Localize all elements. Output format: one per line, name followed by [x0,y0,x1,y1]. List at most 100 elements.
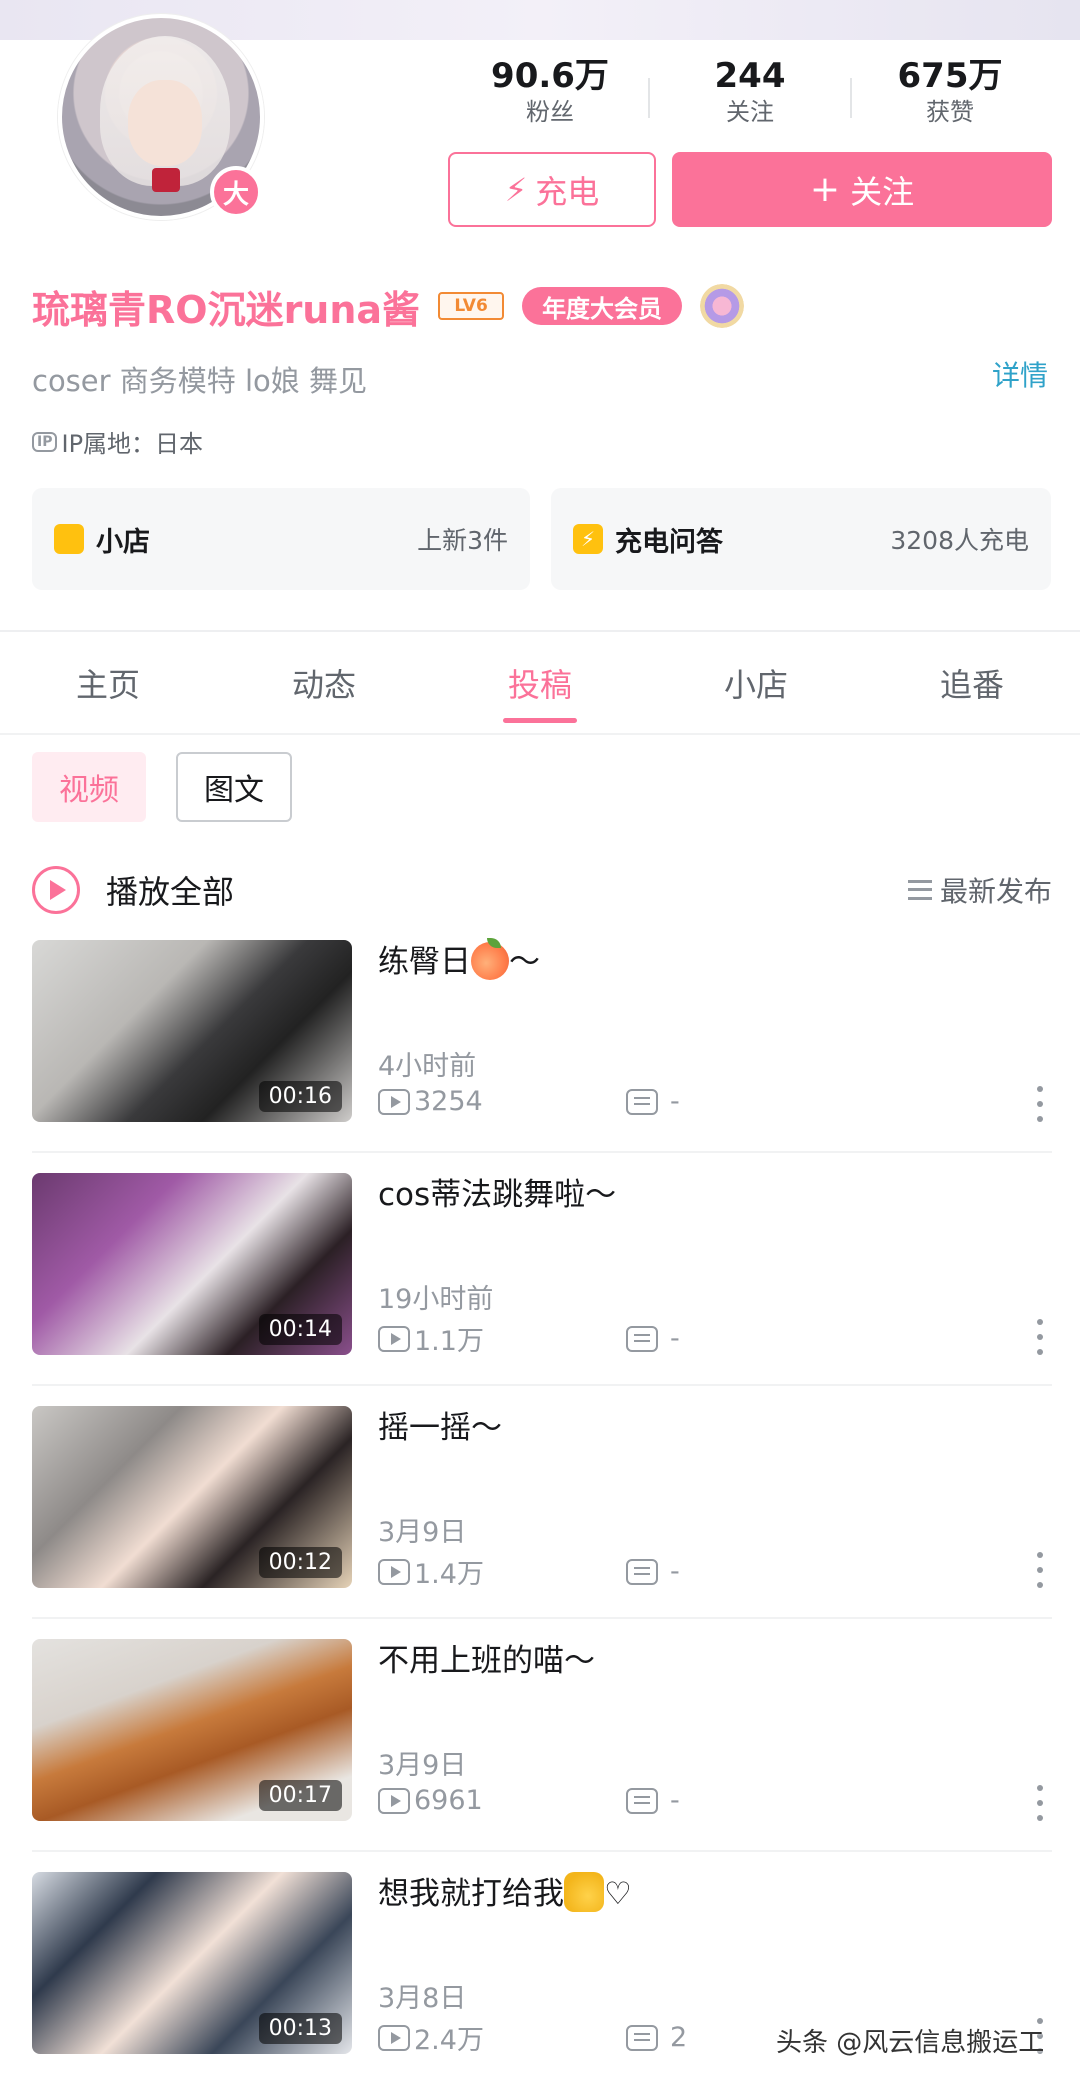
username: 琉璃青RO沉迷runa酱 [32,287,421,332]
play-count-icon [378,1558,410,1585]
video-duration: 00:17 [258,1780,342,1811]
video-duration: 00:14 [258,1314,342,1345]
video-thumbnail[interactable]: 00:14 [32,1173,352,1355]
play-all-button[interactable]: 播放全部 [106,867,234,913]
name-row: 琉璃青RO沉迷runa酱 LV6 年度大会员 [32,282,745,332]
play-count-icon [378,1325,410,1352]
tab-home[interactable]: 主页 [8,660,208,706]
charge-button-label: 充电 [535,172,600,211]
stat-following-label: 关注 [726,98,774,126]
comment-icon [626,1787,658,1814]
sort-icon [907,880,932,900]
vip-badge[interactable]: 年度大会员 [522,287,683,325]
video-title[interactable]: cos蒂法跳舞啦～ [378,1173,616,1217]
charge-qa-meta: 3208人充电 [890,526,1029,555]
filter-video-chip[interactable]: 视频 [32,752,146,822]
play-all-icon[interactable] [32,866,80,914]
video-title[interactable]: 摇一摇～ [378,1406,502,1450]
video-duration: 00:13 [258,2013,342,2044]
item-divider [32,1617,1052,1619]
play-count-icon [378,1088,410,1115]
video-stats: 3254 - [378,1086,680,1117]
video-stats: 1.1万 - [378,1319,680,1358]
follow-button-label: 关注 [850,172,915,211]
video-title-text: 想我就打给我 [378,1876,564,1912]
charge-qa-icon: ⚡ [573,524,603,554]
more-options-icon[interactable] [1036,1785,1044,1821]
video-title-suffix: ～ [509,944,540,980]
video-stats: 2.4万 2 [378,2018,687,2057]
more-options-icon[interactable] [1036,1552,1044,1588]
follow-button[interactable]: + 关注 [672,152,1052,227]
video-title[interactable]: 练臀日 ～ [378,938,540,984]
video-duration: 00:12 [258,1547,342,1578]
video-time: 3月8日 [378,1983,467,2014]
sort-button[interactable]: 最新发布 [907,870,1052,910]
play-count: 3254 [414,1086,483,1117]
video-thumbnail[interactable]: 00:16 [32,940,352,1122]
ip-location: IP IP属地：日本 [32,424,203,459]
video-title-text: 练臀日 [378,944,471,980]
item-divider [32,1850,1052,1852]
avatar-ribbon [152,168,180,192]
tab-bangumi[interactable]: 追番 [872,660,1072,706]
comment-count: - [670,1323,680,1354]
filter-article-chip[interactable]: 图文 [176,752,292,822]
comment-icon [626,1558,658,1585]
level-badge: LV6 [438,292,505,320]
stat-fans-label: 粉丝 [526,98,574,126]
tab-shop[interactable]: 小店 [656,660,856,706]
shop-card-title: 小店 [96,526,150,558]
comment-icon [626,1325,658,1352]
play-count-icon [378,2024,410,2051]
play-all-row: 播放全部 最新发布 [32,862,1052,918]
video-thumbnail[interactable]: 00:12 [32,1406,352,1588]
shop-icon [54,524,84,554]
video-title[interactable]: 不用上班的喵～ [378,1639,595,1683]
charge-qa-card[interactable]: ⚡ 充电问答 3208人充电 [551,488,1051,590]
stat-fans-num: 90.6万 [491,56,609,96]
more-options-icon[interactable] [1036,1086,1044,1122]
ip-location-text: IP属地：日本 [61,430,204,458]
detail-link[interactable]: 详情 [992,354,1048,394]
stat-following[interactable]: 244 关注 [650,56,850,128]
stat-following-num: 244 [714,56,786,96]
video-item[interactable]: 00:14 cos蒂法跳舞啦～ 19小时前 1.1万 - [0,1173,1080,1406]
stat-fans[interactable]: 90.6万 粉丝 [450,56,650,128]
more-options-icon[interactable] [1036,1319,1044,1355]
video-time: 4小时前 [378,1051,477,1082]
peach-emoji-icon [471,938,509,980]
tabs-divider [0,733,1080,735]
stat-likes[interactable]: 675万 获赞 [850,56,1050,128]
stat-likes-label: 获赞 [926,98,974,126]
video-item[interactable]: 00:16 练臀日 ～ 4小时前 3254 - [0,938,1080,1173]
video-thumbnail[interactable]: 00:13 [32,1872,352,2054]
video-item[interactable]: 00:12 摇一摇～ 3月9日 1.4万 - [0,1406,1080,1639]
video-duration: 00:16 [258,1081,342,1112]
plus-icon: + [809,169,841,210]
profile-signature: coser 商务模特 lo娘 舞见 [32,364,368,398]
video-title[interactable]: 想我就打给我 ♡ [378,1872,632,1916]
active-tab-indicator [503,718,577,723]
sort-label: 最新发布 [939,875,1052,908]
charge-button[interactable]: ⚡ 充电 [448,152,656,227]
call-me-emoji-icon [564,1872,604,1912]
play-count: 6961 [414,1785,483,1816]
comment-icon [626,1088,658,1115]
tab-dynamics[interactable]: 动态 [224,660,424,706]
comment-count: - [670,1556,680,1587]
shop-card[interactable]: 小店 上新3件 [32,488,530,590]
comment-icon [626,2024,658,2051]
play-count-icon [378,1787,410,1814]
video-thumbnail[interactable]: 00:17 [32,1639,352,1821]
comment-count: - [670,1086,680,1117]
profile-tabs: 主页 动态 投稿 小店 追番 [0,632,1080,732]
tab-uploads[interactable]: 投稿 [440,660,640,706]
lightning-icon: ⚡ [504,170,528,209]
stat-likes-num: 675万 [897,56,1003,96]
medal-icon[interactable] [700,284,745,328]
play-count: 1.1万 [414,1326,484,1357]
video-time: 3月9日 [378,1517,467,1548]
comment-count: - [670,1785,680,1816]
video-item[interactable]: 00:17 不用上班的喵～ 3月9日 6961 - [0,1639,1080,1872]
